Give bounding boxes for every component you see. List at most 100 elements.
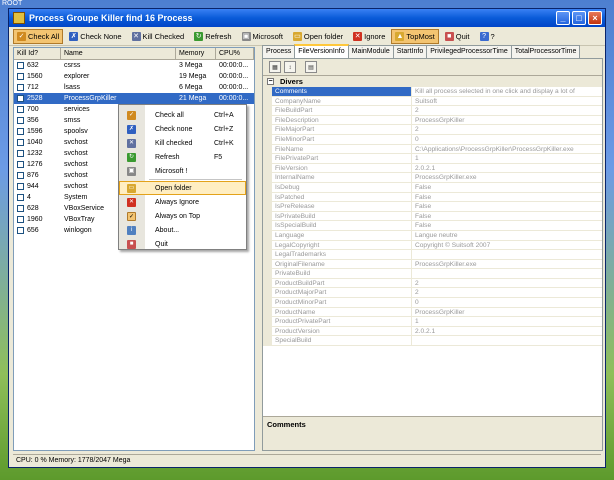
tab-fileversioninfo[interactable]: FileVersionInfo (294, 44, 349, 58)
property-value: Langue neutre (415, 231, 458, 239)
tab-process[interactable]: Process (262, 45, 296, 58)
menu-item-kill-checked[interactable]: ✕ Kill checked Ctrl+K (119, 136, 246, 150)
close-button[interactable]: × (588, 11, 602, 25)
property-row[interactable]: OriginalFilename ProcessGrpKiller.exe (263, 259, 602, 270)
menu-item-always-ignore[interactable]: ✕ Always Ignore (119, 195, 246, 209)
process-id: 632 (27, 62, 39, 69)
table-row[interactable]: 1560 explorer 19 Mega 00:00:0... (14, 71, 254, 82)
kill-checkbox[interactable] (17, 193, 24, 201)
property-row[interactable]: FileMinorPart 0 (263, 134, 602, 145)
property-row[interactable]: LegalTrademarks (263, 250, 602, 260)
property-row[interactable]: FileVersion 2.0.2.1 (263, 163, 602, 174)
toolbar-button-topmost[interactable]: ▲ TopMost (391, 28, 439, 44)
property-row[interactable]: ProductVersion 2.0.2.1 (263, 326, 602, 337)
minimize-button[interactable]: _ (556, 11, 570, 25)
kill-checkbox[interactable] (17, 149, 24, 157)
property-row[interactable]: FileName C:\Applications\ProcessGrpKiller… (263, 144, 602, 155)
property-grid[interactable]: − Divers Comments Kill all process select… (263, 76, 602, 361)
toolbar-button-check-none[interactable]: ✗ Check None (65, 29, 125, 44)
toolbar-button-refresh[interactable]: ↻ Refresh (190, 29, 235, 44)
table-row[interactable]: 2528 ProcessGrpKiller 21 Mega 00:00:0... (14, 93, 254, 104)
kill-checkbox[interactable] (17, 226, 24, 234)
property-row[interactable]: IsSpecialBuild False (263, 221, 602, 231)
table-row[interactable]: 632 csrss 3 Mega 00:00:0... (14, 60, 254, 71)
menu-item-quit[interactable]: ■ Quit (119, 237, 246, 251)
collapse-icon[interactable]: − (267, 78, 274, 85)
process-name: ProcessGrpKiller (64, 95, 117, 102)
property-row[interactable]: ProductBuildPart 2 (263, 278, 602, 289)
kill-checkbox[interactable] (17, 116, 24, 124)
tab-startinfo[interactable]: StartInfo (392, 45, 428, 58)
property-row[interactable]: FileMajorPart 2 (263, 125, 602, 135)
title-bar[interactable]: Process Groupe Killer find 16 Process _ … (9, 9, 605, 27)
kill-checkbox[interactable] (17, 105, 24, 113)
menu-item-always-on-top[interactable]: ✓ Always on Top (119, 209, 246, 223)
property-row[interactable]: IsPatched False (263, 192, 602, 203)
property-row[interactable]: FileDescription ProcessGrpKiller (263, 115, 602, 126)
process-id: 628 (27, 205, 39, 212)
category-divers[interactable]: − Divers (263, 76, 602, 87)
property-value: 1 (415, 318, 419, 326)
col-cpu[interactable]: CPU% (216, 48, 254, 59)
property-pages-icon[interactable]: ▤ (305, 61, 317, 73)
col-kill-id[interactable]: Kill Id? (14, 48, 61, 59)
kill-checkbox[interactable] (17, 171, 24, 179)
property-row[interactable]: Language Langue neutre (263, 230, 602, 241)
kill-checkbox[interactable] (17, 160, 24, 168)
property-row[interactable]: SpecialBuild (263, 336, 602, 347)
property-row[interactable]: ProductPrivatePart 1 (263, 317, 602, 327)
toolbar-button-kill-checked[interactable]: ✕ Kill Checked (128, 29, 189, 44)
microsoft-icon: ▣ (127, 166, 136, 176)
property-row[interactable]: ProductMajorPart 2 (263, 288, 602, 299)
kill-checkbox[interactable] (17, 138, 24, 146)
tab-privilegedprocessortime[interactable]: PrivilegedProcessorTime (426, 45, 512, 58)
property-row[interactable]: ProductMinorPart 0 (263, 298, 602, 308)
kill-checkbox[interactable] (17, 127, 24, 135)
kill-checkbox[interactable] (17, 94, 24, 102)
property-value (412, 336, 602, 345)
menu-item-about[interactable]: i About... (119, 223, 246, 237)
property-row[interactable]: FilePrivatePart 1 (263, 154, 602, 164)
menu-item-check-all[interactable]: ✓ Check all Ctrl+A (119, 108, 246, 122)
menu-item-check-none[interactable]: ✗ Check none Ctrl+Z (119, 122, 246, 136)
process-list-header: Kill Id? Name Memory CPU% (14, 48, 254, 60)
property-row[interactable]: IsPreRelease False (263, 202, 602, 212)
kill-checkbox[interactable] (17, 182, 24, 190)
property-row[interactable]: PrivateBuild (263, 269, 602, 279)
property-row[interactable]: FileBuildPart 2 (263, 106, 602, 116)
tab-mainmodule[interactable]: MainModule (347, 45, 394, 58)
menu-item-open-folder[interactable]: ▭ Open folder (119, 181, 246, 195)
toolbar-button-quit[interactable]: ■ Quit (441, 29, 474, 44)
table-row[interactable]: 712 lsass 6 Mega 00:00:0... (14, 82, 254, 93)
kill-checkbox[interactable] (17, 61, 24, 69)
tab-totalprocessortime[interactable]: TotalProcessorTime (510, 45, 581, 58)
menu-item-refresh[interactable]: ↻ Refresh F5 (119, 150, 246, 164)
property-row[interactable]: InternalName ProcessGrpKiller.exe (263, 173, 602, 183)
menu-item-microsoft[interactable]: ▣ Microsoft ! (119, 164, 246, 178)
kill-checkbox[interactable] (17, 215, 24, 223)
alphabetical-icon[interactable]: ↕ (284, 61, 296, 73)
col-name[interactable]: Name (61, 48, 176, 59)
property-row[interactable]: Comments Kill all process selected in one… (263, 87, 602, 97)
property-row[interactable]: IsPrivateBuild False (263, 211, 602, 222)
categorized-icon[interactable]: ▦ (269, 61, 281, 73)
property-value (412, 269, 602, 278)
kill-checkbox[interactable] (17, 83, 24, 91)
toolbar-button-microsoft[interactable]: ▣ Microsoft (238, 29, 287, 44)
property-row[interactable]: IsDebug False (263, 182, 602, 193)
kill-checkbox[interactable] (17, 72, 24, 80)
property-name: CompanyName (263, 96, 412, 106)
toolbar-button-open-folder[interactable]: ▭ Open folder (289, 29, 347, 44)
property-value: 2.0.2.1 (415, 164, 436, 172)
status-text: CPU: 0 % Memory: 1778/2047 Mega (16, 457, 131, 464)
maximize-button[interactable]: □ (572, 11, 586, 25)
toolbar-button-check-all[interactable]: ✓ Check All (13, 28, 64, 44)
kill-checkbox[interactable] (17, 204, 24, 212)
toolbar-button-ignore[interactable]: ✕ Ignore (349, 29, 389, 44)
property-row[interactable]: CompanyName Suitsoft (263, 96, 602, 107)
toolbar-button-help[interactable]: ?? (476, 29, 499, 44)
property-row[interactable]: LegalCopyright Copyright © Suitsoft 2007 (263, 240, 602, 251)
splitter[interactable] (257, 47, 261, 451)
property-row[interactable]: ProductName ProcessGrpKiller (263, 307, 602, 318)
col-memory[interactable]: Memory (176, 48, 216, 59)
